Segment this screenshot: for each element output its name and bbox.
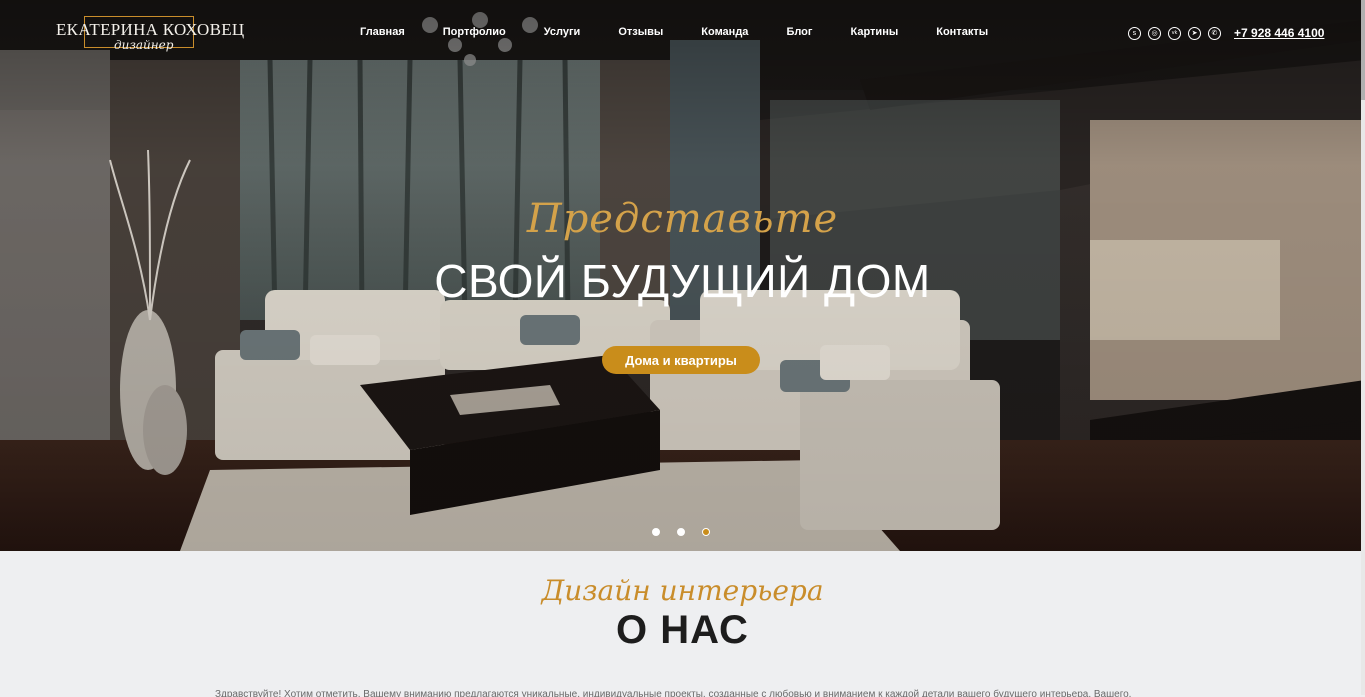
slider-dot-2[interactable] bbox=[677, 528, 685, 536]
hero-title: СВОЙ БУДУЩИЙ ДОМ bbox=[434, 255, 931, 307]
main-nav: Главная Портфолио Услуги Отзывы Команда … bbox=[360, 26, 1026, 38]
slider-pagination bbox=[652, 528, 710, 536]
instagram-icon[interactable]: ◎ bbox=[1148, 27, 1161, 40]
nav-item-contacts[interactable]: Контакты bbox=[936, 26, 988, 38]
nav-item-portfolio[interactable]: Портфолио bbox=[443, 26, 506, 38]
skype-icon[interactable]: s bbox=[1128, 27, 1141, 40]
phone-link[interactable]: +7 928 446 4100 bbox=[1234, 26, 1324, 40]
nav-item-services[interactable]: Услуги bbox=[544, 26, 581, 38]
about-script-heading: Дизайн интерьера bbox=[541, 574, 824, 607]
nav-item-home[interactable]: Главная bbox=[360, 26, 405, 38]
social-links: s ◎ vk ➤ ✆ bbox=[1128, 27, 1221, 40]
logo-subtitle: дизайнер bbox=[114, 38, 174, 52]
hero-script-heading: Представьте bbox=[526, 196, 839, 242]
whatsapp-icon[interactable]: ✆ bbox=[1208, 27, 1221, 40]
about-title: О НАС bbox=[616, 608, 749, 652]
nav-item-reviews[interactable]: Отзывы bbox=[618, 26, 663, 38]
slider-dot-3[interactable] bbox=[702, 528, 710, 536]
telegram-icon[interactable]: ➤ bbox=[1188, 27, 1201, 40]
vk-icon[interactable]: vk bbox=[1168, 27, 1181, 40]
nav-item-blog[interactable]: Блог bbox=[786, 26, 812, 38]
slider-dot-1[interactable] bbox=[652, 528, 660, 536]
nav-item-paintings[interactable]: Картины bbox=[851, 26, 899, 38]
site-logo[interactable]: ЕКАТЕРИНА КОХОВЕЦ дизайнер bbox=[56, 16, 244, 56]
homes-apartments-button[interactable]: Дома и квартиры bbox=[602, 346, 760, 374]
about-text: Здравствуйте! Хотим отметить, Вашему вни… bbox=[215, 689, 1132, 697]
nav-item-team[interactable]: Команда bbox=[701, 26, 748, 38]
logo-name: ЕКАТЕРИНА КОХОВЕЦ bbox=[56, 20, 245, 39]
scrollbar-thumb[interactable] bbox=[1361, 0, 1365, 100]
